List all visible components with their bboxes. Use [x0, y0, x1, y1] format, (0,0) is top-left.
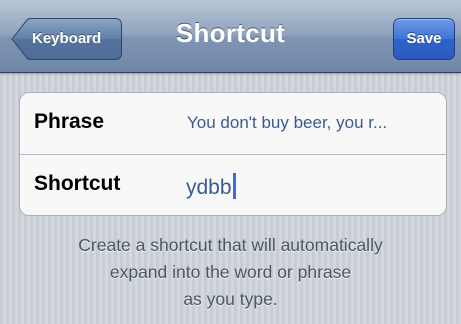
save-button-label: Save: [406, 30, 442, 47]
shortcut-row[interactable]: Shortcut ydbb: [20, 155, 446, 215]
shortcut-form-group: Phrase You don't buy beer, you r... Shor…: [19, 92, 447, 216]
phrase-row[interactable]: Phrase You don't buy beer, you r...: [20, 93, 446, 154]
shortcut-input-text: ydbb: [186, 176, 232, 199]
shortcut-label: Shortcut: [34, 172, 121, 195]
phrase-field[interactable]: You don't buy beer, you r...: [187, 113, 439, 133]
save-button[interactable]: Save: [393, 18, 455, 60]
footer-hint-line: expand into the word or phrase: [109, 262, 352, 282]
shortcut-screen: Keyboard Shortcut Save Phrase You don't …: [0, 0, 461, 324]
footer-hint: Create a shortcut that will automaticall…: [10, 232, 451, 313]
footer-hint-line: Create a shortcut that will automaticall…: [78, 235, 383, 255]
text-cursor: [232, 173, 236, 199]
shortcut-input[interactable]: ydbb: [186, 169, 436, 201]
navigation-bar: Keyboard Shortcut Save: [0, 0, 461, 73]
phrase-label: Phrase: [34, 110, 105, 133]
shortcut-input-value: ydbb: [186, 173, 236, 200]
footer-hint-line: as you type.: [183, 289, 278, 309]
page-title: Shortcut: [175, 18, 286, 48]
